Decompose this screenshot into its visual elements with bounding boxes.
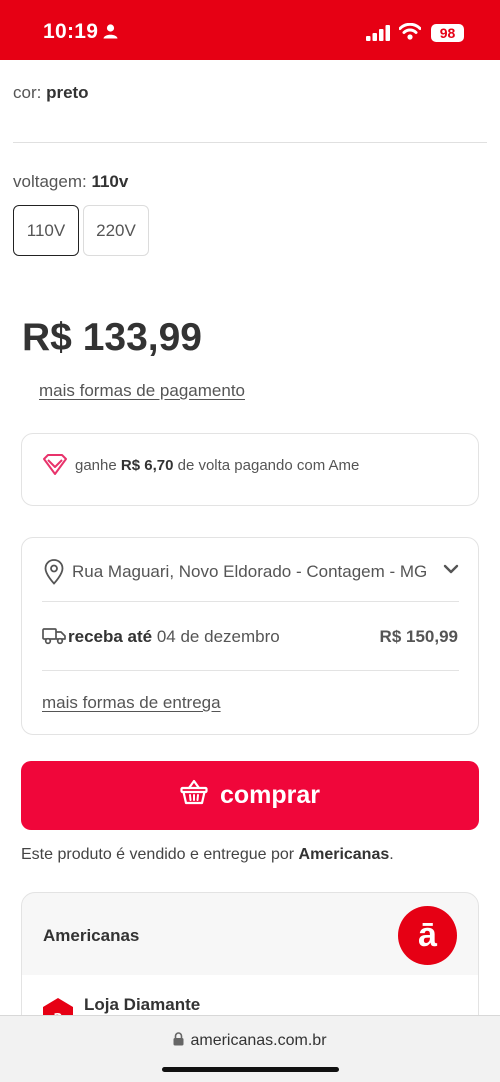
ame-suffix: de volta pagando com Ame — [173, 457, 360, 474]
divider — [42, 601, 459, 602]
home-indicator — [162, 1067, 339, 1072]
person-icon — [103, 24, 118, 44]
more-delivery-options-link[interactable]: mais formas de entrega — [42, 693, 221, 713]
delivery-address[interactable]: Rua Maguari, Novo Eldorado - Contagem - … — [72, 562, 434, 582]
voltage-option-110v[interactable]: 110V — [13, 205, 79, 256]
sold-by-suffix: . — [389, 846, 394, 863]
delivery-estimate: receba até 04 de dezembro — [68, 627, 280, 647]
sold-by-seller: Americanas — [298, 846, 390, 863]
ame-heart-icon — [42, 454, 68, 481]
ame-prefix: ganhe — [75, 457, 121, 474]
color-value: preto — [46, 83, 89, 102]
sold-by-text: Este produto é vendido e entregue por Am… — [21, 846, 394, 864]
voltage-value: 110v — [91, 172, 129, 191]
color-attribute: cor: preto — [13, 83, 89, 103]
location-pin-icon — [44, 559, 64, 590]
product-price: R$ 133,99 — [22, 316, 202, 359]
truck-icon — [42, 627, 66, 650]
ame-amount: R$ 6,70 — [120, 457, 174, 474]
seller-name: Americanas — [43, 926, 140, 945]
voltage-attribute: voltagem: 110v — [13, 172, 128, 192]
shipping-price: R$ 150,99 — [379, 627, 458, 646]
lock-icon — [173, 1032, 184, 1051]
divider — [13, 142, 487, 143]
sold-by-prefix: Este produto é vendido e entregue por — [21, 846, 299, 863]
status-time: 10:19 — [43, 20, 99, 43]
receive-label: receba até — [68, 627, 153, 646]
divider — [42, 670, 459, 671]
receive-date: 04 de dezembro — [152, 627, 280, 646]
status-bar: 10:19 98 — [0, 0, 500, 60]
americanas-logo: ā — [398, 906, 457, 965]
shipping-card: Rua Maguari, Novo Eldorado - Contagem - … — [21, 537, 479, 735]
buy-button[interactable]: comprar — [21, 761, 479, 830]
voltage-label: voltagem: — [13, 172, 92, 191]
voltage-option-220v[interactable]: 220V — [83, 205, 149, 256]
cellular-signal-icon — [366, 25, 391, 46]
wifi-icon — [398, 22, 422, 45]
seller-level: Loja Diamante — [84, 995, 201, 1014]
battery-indicator: 98 — [431, 24, 464, 42]
browser-address-bar[interactable]: americanas.com.br — [0, 1015, 500, 1082]
more-payment-options-link[interactable]: mais formas de pagamento — [39, 381, 245, 401]
url-text: americanas.com.br — [190, 1032, 327, 1049]
buy-button-label: comprar — [219, 781, 321, 809]
chevron-down-icon[interactable] — [442, 560, 460, 583]
ame-cashback-card: ganhe R$ 6,70 de volta pagando com Ame — [21, 433, 479, 506]
ame-cashback-text: ganhe R$ 6,70 de volta pagando com Ame — [75, 457, 359, 474]
url-display[interactable]: americanas.com.br — [0, 1032, 500, 1051]
basket-icon — [180, 779, 208, 812]
color-label: cor: — [13, 83, 47, 102]
